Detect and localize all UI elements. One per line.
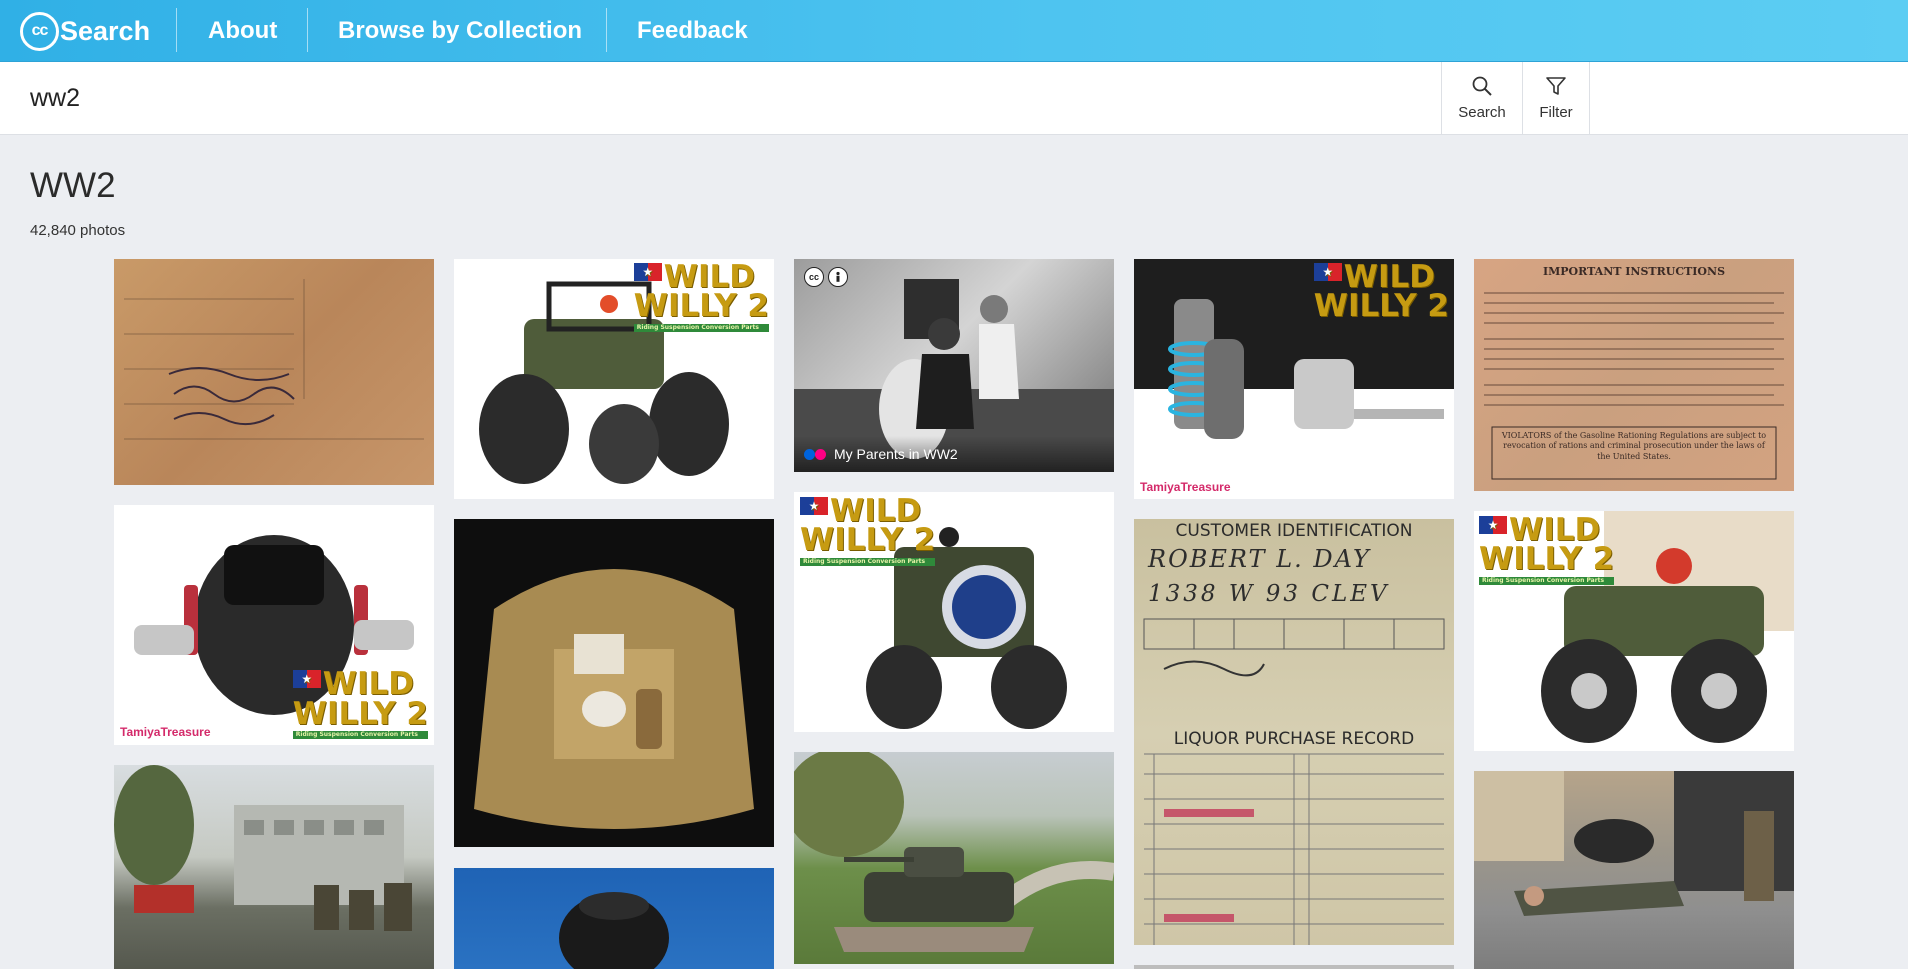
search-button-label: Search	[1458, 104, 1506, 121]
search-icon	[1472, 76, 1492, 96]
flickr-icon	[804, 448, 826, 460]
nav-link-about[interactable]: About	[208, 17, 277, 45]
image-tile-willy-jeep[interactable]: ★ WILD WILLY 2 Riding Suspension Conversi…	[454, 259, 774, 499]
tank-monument-image	[794, 752, 1114, 964]
nav-divider	[307, 8, 308, 52]
image-tile-parents-photo[interactable]: cc My Parents in WW2	[794, 259, 1114, 472]
nav-divider	[176, 8, 177, 52]
image-tile-jeep-side[interactable]: ★ WILD WILLY 2 Riding Suspension Conversi…	[1474, 511, 1794, 751]
street-scene-image	[114, 765, 434, 969]
attribution-license-icon	[828, 267, 848, 287]
search-input[interactable]	[18, 76, 1418, 120]
grooming-kit-image	[454, 519, 774, 847]
image-tile-tank-monument[interactable]	[794, 752, 1114, 964]
wild-willy-logo: ★ WILD WILLY 2 Riding Suspension Conversi…	[633, 259, 769, 332]
results-title: WW2	[30, 166, 116, 205]
image-tile-grooming-kit[interactable]	[454, 519, 774, 847]
image-tile-ration-folder[interactable]	[114, 259, 434, 485]
tamiya-treasure-watermark: TamiyaTreasure	[1140, 480, 1231, 494]
image-tile-shock-detail[interactable]: ★ WILD WILLY 2 TamiyaTreasure	[1134, 259, 1454, 499]
image-tile-next[interactable]	[1134, 965, 1454, 969]
top-navigation-bar: cc Search About Browse by Collection Fee…	[0, 0, 1908, 62]
cc-logo-icon: cc	[20, 11, 59, 51]
cc-search-logo[interactable]: cc Search	[20, 11, 150, 51]
nav-divider	[606, 8, 607, 52]
logo-wordmark: Search	[60, 15, 151, 46]
liquor-record-heading: LIQUOR PURCHASE RECORD	[1173, 729, 1415, 749]
image-tile-customer-id[interactable]: CUSTOMER IDENTIFICATION ROBERT L. DAY 13…	[1134, 519, 1454, 945]
wild-willy-logo: ★ WILD WILLY 2 Riding Suspension Conversi…	[292, 666, 428, 739]
image-tile-jeep-front[interactable]: ★ WILD WILLY 2 Riding Suspension Conversi…	[794, 492, 1114, 732]
tamiya-treasure-watermark: TamiyaTreasure	[120, 725, 211, 739]
filter-button-label: Filter	[1539, 104, 1573, 121]
search-button[interactable]: Search	[1441, 62, 1522, 134]
instructions-card-image: IMPORTANT INSTRUCTIONS VIOLATORS of the …	[1474, 259, 1794, 491]
image-tile-instructions[interactable]: IMPORTANT INSTRUCTIONS VIOLATORS of the …	[1474, 259, 1794, 491]
results-count: 42,840 photos	[30, 222, 126, 239]
image-caption: My Parents in WW2	[834, 446, 958, 462]
wild-willy-logo: ★ WILD WILLY 2 Riding Suspension Conversi…	[1479, 512, 1615, 585]
search-bar: Search Filter	[0, 62, 1908, 135]
wild-willy-logo: ★ WILD WILLY 2 Riding Suspension Conversi…	[800, 493, 936, 566]
cc-license-icon: cc	[804, 267, 824, 287]
nav-link-browse-by-collection[interactable]: Browse by Collection	[338, 17, 582, 45]
reenactment-image	[1474, 771, 1794, 969]
image-tile-chassis-detail[interactable]: ★ WILD WILLY 2 Riding Suspension Conversi…	[114, 505, 434, 745]
filter-button[interactable]: Filter	[1522, 62, 1590, 134]
image-caption-bar: My Parents in WW2	[794, 436, 1114, 472]
license-icons: cc	[804, 267, 848, 287]
image-tile-helmet-sky[interactable]	[454, 868, 774, 969]
instructions-footer: VIOLATORS of the Gasoline Rationing Regu…	[1501, 431, 1767, 461]
image-tile-reenactment[interactable]	[1474, 771, 1794, 969]
filter-icon	[1546, 77, 1566, 95]
wild-willy-logo: ★ WILD WILLY 2	[1313, 259, 1449, 325]
nav-link-feedback[interactable]: Feedback	[637, 17, 748, 45]
helmet-sky-image	[454, 868, 774, 969]
ration-folder-image	[114, 259, 434, 485]
image-tile-street-scene[interactable]	[114, 765, 434, 969]
customer-id-card-image: CUSTOMER IDENTIFICATION ROBERT L. DAY 13…	[1134, 519, 1454, 945]
